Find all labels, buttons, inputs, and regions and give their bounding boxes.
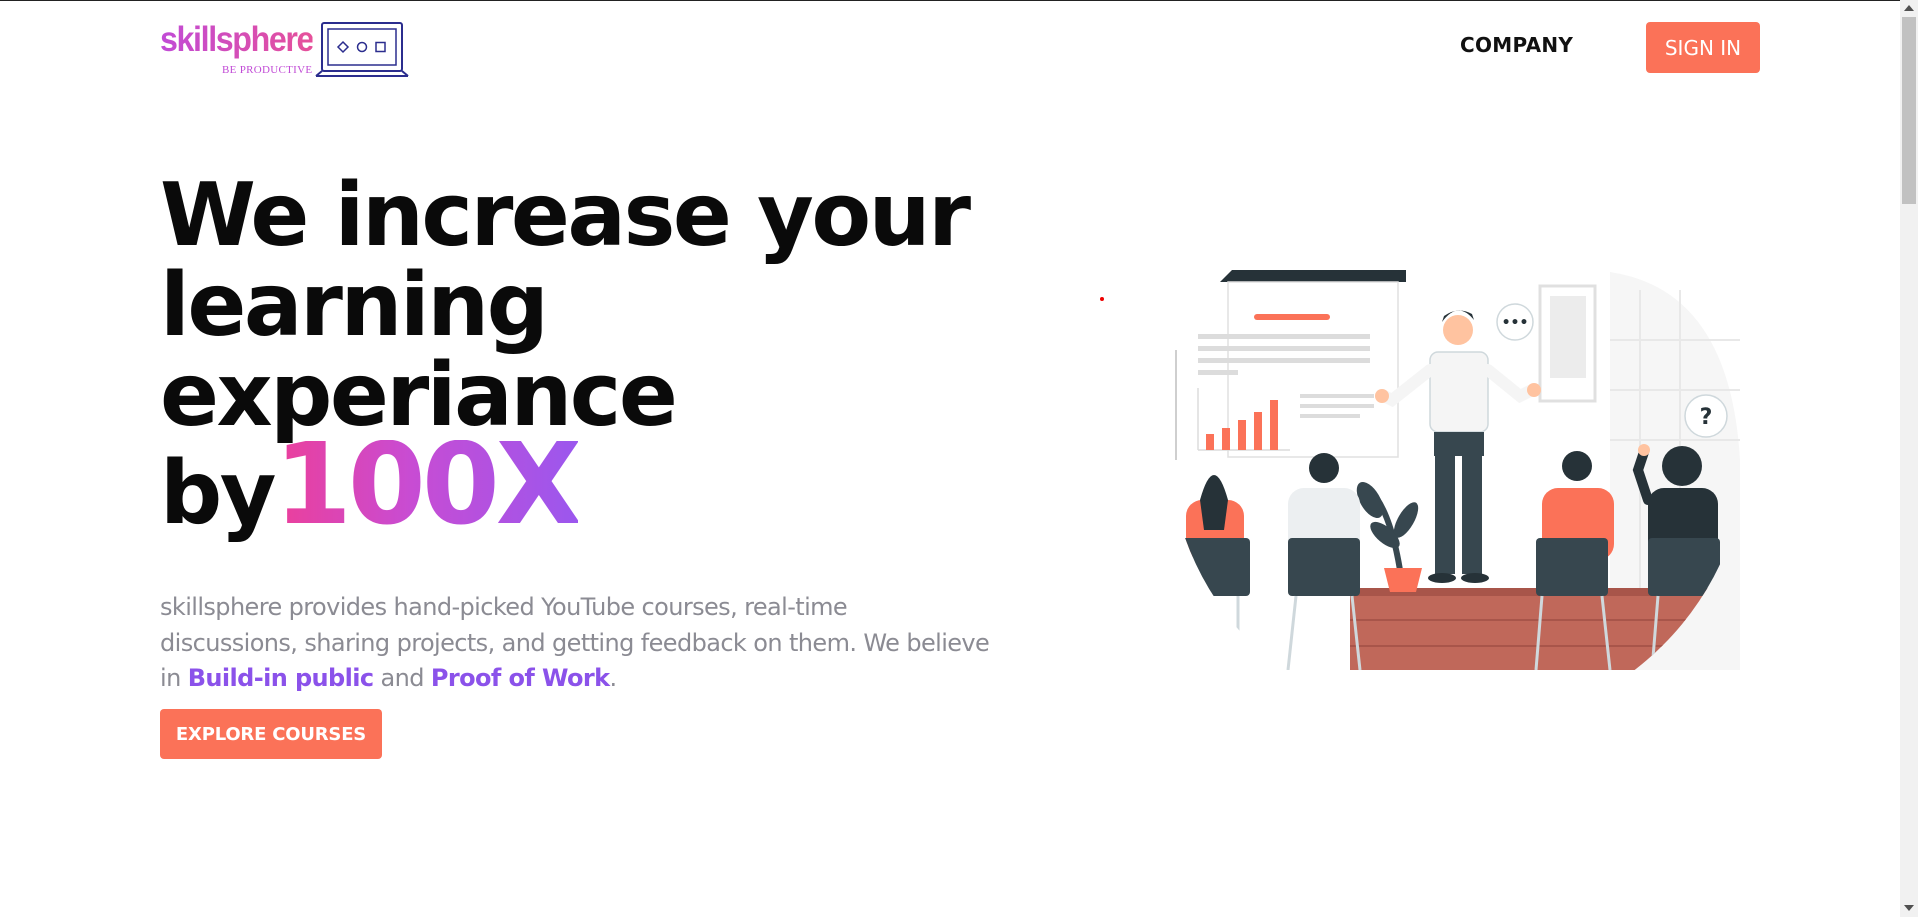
nav-company-link[interactable]: COMPANY xyxy=(1460,33,1573,57)
scrollbar-thumb[interactable] xyxy=(1902,17,1916,204)
speech-bubble-dots: ••• xyxy=(1502,315,1529,331)
explore-courses-button[interactable]: EXPLORE COURSES xyxy=(160,709,382,759)
cursor-dot xyxy=(1100,297,1104,301)
speech-bubble: ••• xyxy=(1496,303,1534,341)
scroll-down-icon[interactable] xyxy=(1904,905,1914,911)
scroll-up-icon[interactable] xyxy=(1904,5,1914,11)
description-text-3: . xyxy=(609,664,618,692)
headline-line-4: by100X xyxy=(160,420,969,550)
presentation-illustration: ••• ? xyxy=(1175,270,1745,670)
description-highlight-build-in-public: Build-in public xyxy=(187,664,374,692)
laptop-icon xyxy=(315,22,409,77)
hero-description: skillsphere provides hand-picked YouTube… xyxy=(160,590,990,697)
sign-in-button[interactable]: SIGN IN xyxy=(1646,22,1760,73)
hero-headline: We increase your learning experiance by1… xyxy=(160,164,971,550)
window-top-border xyxy=(0,0,1918,1)
potted-plant xyxy=(1356,481,1422,592)
brand-tagline: BE PRODUCTIVE xyxy=(222,64,313,76)
description-text-2: and xyxy=(373,664,431,692)
headline-accent: 100X xyxy=(274,420,582,550)
question-bubble: ? xyxy=(1684,394,1728,438)
brand-logo[interactable]: skillsphere BE PRODUCTIVE xyxy=(160,20,410,80)
presenter xyxy=(1375,310,1541,583)
whiteboard xyxy=(1175,270,1406,460)
headline-line-1: We increase your xyxy=(160,164,971,266)
brand-name: skillsphere xyxy=(160,20,314,59)
description-highlight-proof-of-work: Proof of Work xyxy=(430,664,610,692)
headline-line-2: learning xyxy=(160,254,549,356)
headline-by: by xyxy=(160,442,277,544)
question-mark: ? xyxy=(1700,405,1713,430)
